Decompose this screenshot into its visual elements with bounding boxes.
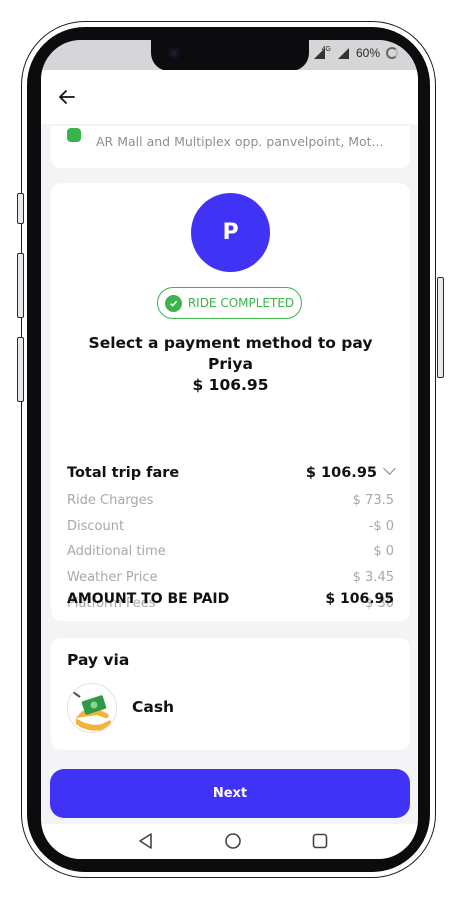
fare-value: $ 73.5 — [352, 493, 394, 508]
fare-row: Weather Price $ 3.45 — [67, 570, 394, 585]
payment-title: Select a payment method to pay Priya $ 1… — [51, 333, 410, 396]
total-fare-label: Total trip fare — [67, 464, 180, 481]
chevron-down-icon[interactable] — [383, 462, 396, 475]
next-button[interactable]: Next — [50, 769, 410, 818]
status-badge: RIDE COMPLETED — [157, 287, 302, 319]
driver-name: Priya — [208, 355, 253, 373]
status-icons: 4G 60% — [313, 46, 398, 60]
system-nav-bar — [41, 824, 418, 859]
total-fare-value-wrap: $ 106.95 — [305, 462, 396, 481]
volume-down-key — [17, 337, 24, 402]
payment-amount: $ 106.95 — [192, 376, 269, 394]
amount-to-pay-label: AMOUNT TO BE PAID — [67, 591, 230, 607]
back-arrow-icon[interactable] — [57, 87, 77, 107]
amount-to-pay-row: AMOUNT TO BE PAID $ 106.95 — [67, 591, 394, 607]
payment-title-line1: Select a payment method to pay — [88, 334, 373, 352]
nav-back-icon[interactable] — [137, 832, 155, 850]
avatar: P — [191, 193, 270, 272]
nav-home-icon[interactable] — [224, 832, 242, 850]
pay-via-card: Pay via Cash — [51, 638, 410, 750]
total-trip-fare-row[interactable]: Total trip fare $ 106.95 — [67, 462, 396, 481]
signal-icon-2 — [337, 47, 349, 59]
power-key — [437, 277, 444, 378]
amount-to-pay-value: $ 106.95 — [325, 591, 394, 607]
trip-summary-card: P RIDE COMPLETED Select a payment method… — [51, 183, 410, 621]
pickup-location-card: AR Mall and Multiplex opp. panvelpoint, … — [51, 126, 410, 168]
app-bar — [41, 70, 418, 124]
fare-row: Discount -$ 0 — [67, 519, 394, 534]
fare-row: Ride Charges $ 73.5 — [67, 493, 394, 508]
battery-percent: 60% — [355, 46, 380, 60]
fare-value: -$ 0 — [368, 519, 394, 534]
check-icon — [164, 294, 182, 312]
screen: 4G 60% AR Mall and Multiplex opp. panvel… — [41, 40, 418, 859]
fare-value: $ 3.45 — [352, 570, 394, 585]
network-label: 4G — [321, 45, 331, 53]
fare-row: Additional time $ 0 — [67, 544, 394, 559]
cash-label[interactable]: Cash — [132, 698, 174, 716]
pickup-dot-icon — [67, 128, 81, 142]
pay-via-title: Pay via — [67, 651, 130, 669]
fare-label: Ride Charges — [67, 493, 154, 508]
volume-up-key — [17, 253, 24, 318]
fare-value: $ 0 — [373, 544, 394, 559]
camera — [168, 47, 180, 59]
battery-icon — [386, 47, 398, 59]
nav-recents-icon[interactable] — [311, 832, 329, 850]
cash-icon[interactable] — [67, 683, 117, 733]
pickup-address: AR Mall and Multiplex opp. panvelpoint, … — [96, 134, 384, 149]
total-fare-value: $ 106.95 — [305, 465, 377, 481]
fare-label: Weather Price — [67, 570, 158, 585]
volume-key — [17, 193, 24, 224]
fare-label: Discount — [67, 519, 125, 534]
status-bar: 4G 60% — [41, 40, 418, 71]
status-badge-label: RIDE COMPLETED — [187, 296, 295, 310]
fare-label: Additional time — [67, 544, 166, 559]
